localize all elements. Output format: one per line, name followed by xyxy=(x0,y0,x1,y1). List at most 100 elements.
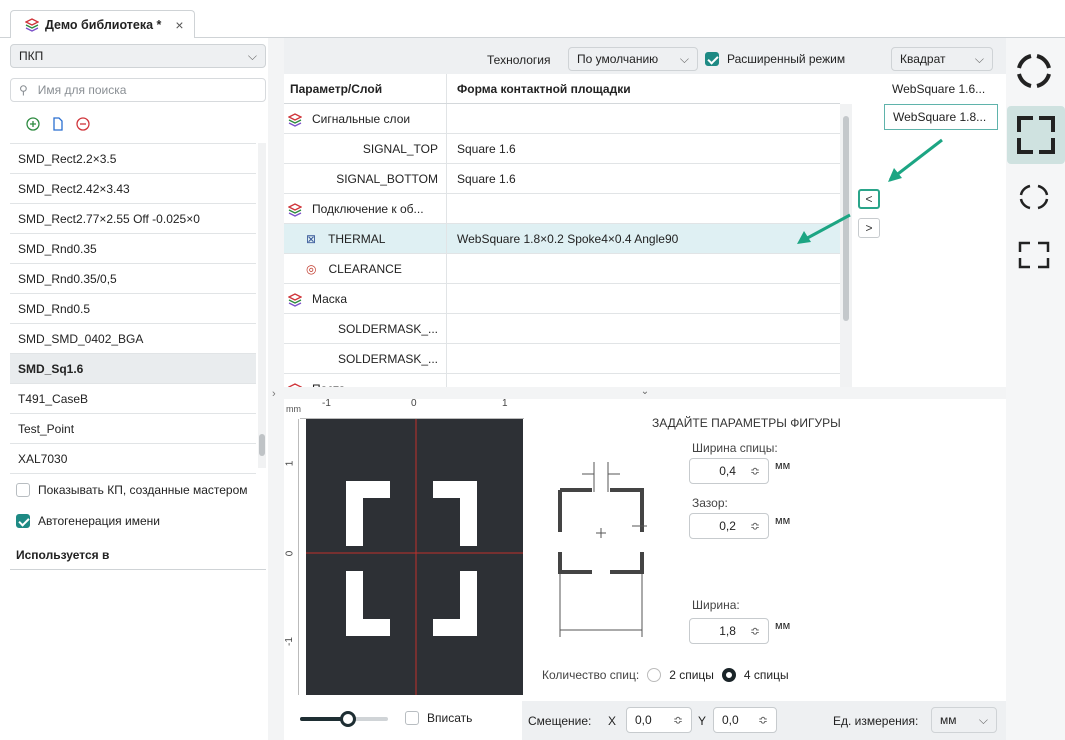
list-item[interactable]: SMD_Sq1.6 xyxy=(10,354,256,384)
category-dropdown[interactable]: ПКП ⌵ xyxy=(10,44,266,68)
units-dropdown[interactable]: мм ⌵ xyxy=(931,707,997,733)
variant-item[interactable]: WebSquare 1.6... xyxy=(882,78,1000,100)
table-row[interactable]: Маска xyxy=(284,284,840,314)
width-input[interactable]: 1,8 ≎ xyxy=(689,618,769,644)
used-in-header: Используется в xyxy=(10,540,266,570)
add-icon[interactable] xyxy=(26,117,40,131)
list-item[interactable]: SMD_Rect2.2×3.5 xyxy=(10,144,256,174)
copy-icon[interactable] xyxy=(52,117,64,131)
spinner-icon[interactable]: ≎ xyxy=(750,519,760,533)
fit-checkbox[interactable]: Вписать xyxy=(405,711,472,725)
ruler-left-tick: 1 xyxy=(284,460,296,467)
clearance-icon: ◎ xyxy=(306,261,317,276)
table-row[interactable]: Паста xyxy=(284,374,840,387)
ruler-left-tick: 0 xyxy=(284,550,296,557)
square-thermal-icon[interactable] xyxy=(1015,114,1057,156)
layer-name: SOLDERMASK_... xyxy=(337,351,438,366)
width-label: Ширина: xyxy=(692,598,740,612)
units-value: мм xyxy=(940,713,957,727)
layer-name: CLEARANCE xyxy=(328,261,402,276)
search-icon: ⚲ xyxy=(19,83,28,97)
layers-icon xyxy=(287,292,303,307)
spinner-icon[interactable]: ≎ xyxy=(750,624,760,638)
layer-name: Сигнальные слои xyxy=(312,111,411,126)
checkbox-checked-icon xyxy=(705,52,719,66)
list-item[interactable]: SMD_Rect2.42×3.43 xyxy=(10,174,256,204)
variant-item-selected[interactable]: WebSquare 1.8... xyxy=(884,104,998,130)
list-item[interactable]: SMD_Rnd0.5 xyxy=(10,294,256,324)
search-input[interactable]: ⚲ Имя для поиска xyxy=(10,78,266,102)
layer-name: Маска xyxy=(312,291,347,306)
table-row[interactable]: ⊠ THERMAL WebSquare 1.8×0.2 Spoke4×0.4 Ang… xyxy=(284,224,840,254)
list-item[interactable]: T491_CaseB xyxy=(10,384,256,414)
table-row[interactable]: ◎ CLEARANCE xyxy=(284,254,840,284)
spinner-icon[interactable]: ≎ xyxy=(673,713,683,727)
layer-table: Сигнальные слои SIGNAL_TOP Square 1.6 SIGNA… xyxy=(284,104,840,387)
search-placeholder: Имя для поиска xyxy=(37,83,127,97)
chevron-down-icon: ⌵ xyxy=(247,48,257,63)
layers-icon xyxy=(287,202,303,217)
square-thermal-2-icon[interactable] xyxy=(1017,240,1051,270)
autogen-label: Автогенерация имени xyxy=(38,514,160,528)
pad-preview-canvas xyxy=(306,419,523,695)
list-item[interactable]: SMD_Rect2.77×2.55 Off -0.025×0 xyxy=(10,204,256,234)
round-thermal-2-icon[interactable] xyxy=(1017,182,1051,212)
collapse-handle[interactable]: ⌄ xyxy=(284,387,1006,399)
ruler-left-tick: -1 xyxy=(283,637,295,646)
tech-dropdown[interactable]: По умолчанию ⌵ xyxy=(568,47,698,71)
chevron-down-icon: ⌵ xyxy=(978,712,988,727)
list-item[interactable]: Test_Point xyxy=(10,414,256,444)
table-row[interactable]: SIGNAL_BOTTOM Square 1.6 xyxy=(284,164,840,194)
ruler-top-tick: -1 xyxy=(322,398,331,409)
list-item[interactable]: SMD_Rnd0.35 xyxy=(10,234,256,264)
table-row[interactable]: Сигнальные слои xyxy=(284,104,840,134)
col-param: Параметр/Слой xyxy=(284,74,447,103)
fit-label: Вписать xyxy=(427,711,473,725)
zoom-slider[interactable] xyxy=(300,711,388,727)
gap-label: Зазор: xyxy=(692,496,728,510)
list-scrollbar[interactable] xyxy=(258,143,266,468)
width-value: 1,8 xyxy=(719,624,736,638)
table-row[interactable]: Подключение к об... xyxy=(284,194,840,224)
show-wizard-checkbox[interactable]: Показывать КП, созданные мастером xyxy=(16,483,248,497)
spinner-icon[interactable]: ≎ xyxy=(758,713,768,727)
table-row[interactable]: SOLDERMASK_... xyxy=(284,344,840,374)
layer-shape-value: Square 1.6 xyxy=(457,141,516,156)
spoke-width-input[interactable]: 0,4 ≎ xyxy=(689,458,769,484)
gap-input[interactable]: 0,2 ≎ xyxy=(689,513,769,539)
annotation-arrows xyxy=(797,138,943,244)
tab-title: Демо библиотека * xyxy=(45,17,162,32)
layer-name: THERMAL xyxy=(328,231,386,246)
tab-close-icon[interactable]: × xyxy=(175,17,183,33)
spoke-width-label: Ширина спицы: xyxy=(692,441,778,455)
table-row[interactable]: SOLDERMASK_... xyxy=(284,314,840,344)
radio-2-spokes[interactable] xyxy=(647,668,662,682)
tab-demo-library[interactable]: Демо библиотека * × xyxy=(10,10,195,38)
expand-arrow-icon[interactable]: › xyxy=(272,388,276,400)
advanced-mode-checkbox[interactable]: Расширенный режим xyxy=(705,52,845,66)
table-row[interactable]: SIGNAL_TOP Square 1.6 xyxy=(284,134,840,164)
list-item[interactable]: SMD_SMD_0402_BGA xyxy=(10,324,256,354)
list-item[interactable]: SMD_Rnd0.35/0,5 xyxy=(10,264,256,294)
list-toolbar xyxy=(26,117,90,131)
offset-x-input[interactable]: 0,0 ≎ xyxy=(626,707,692,733)
show-wizard-label: Показывать КП, созданные мастером xyxy=(38,483,248,497)
ruler-top-tick: 0 xyxy=(411,398,417,409)
layer-name: SIGNAL_BOTTOM xyxy=(336,171,438,186)
checkbox-icon xyxy=(405,711,419,725)
autogen-checkbox[interactable]: Автогенерация имени xyxy=(16,514,160,528)
shape-dropdown[interactable]: Квадрат ⌵ xyxy=(891,47,993,71)
layer-shape-value: Square 1.6 xyxy=(457,171,516,186)
remove-icon[interactable] xyxy=(76,117,90,131)
radio-4-spokes[interactable] xyxy=(721,668,736,682)
checkbox-checked-icon xyxy=(16,514,30,528)
ruler-top-tick: 1 xyxy=(502,398,508,409)
table-header: Параметр/Слой Форма контактной площадки xyxy=(284,74,840,104)
spinner-icon[interactable]: ≎ xyxy=(750,464,760,478)
used-in-label: Используется в xyxy=(16,547,110,562)
offset-y-value: 0,0 xyxy=(722,713,739,727)
splitter[interactable] xyxy=(268,38,284,740)
list-item[interactable]: XAL7030 xyxy=(10,444,256,474)
offset-y-input[interactable]: 0,0 ≎ xyxy=(713,707,777,733)
round-thermal-icon[interactable] xyxy=(1013,50,1055,92)
